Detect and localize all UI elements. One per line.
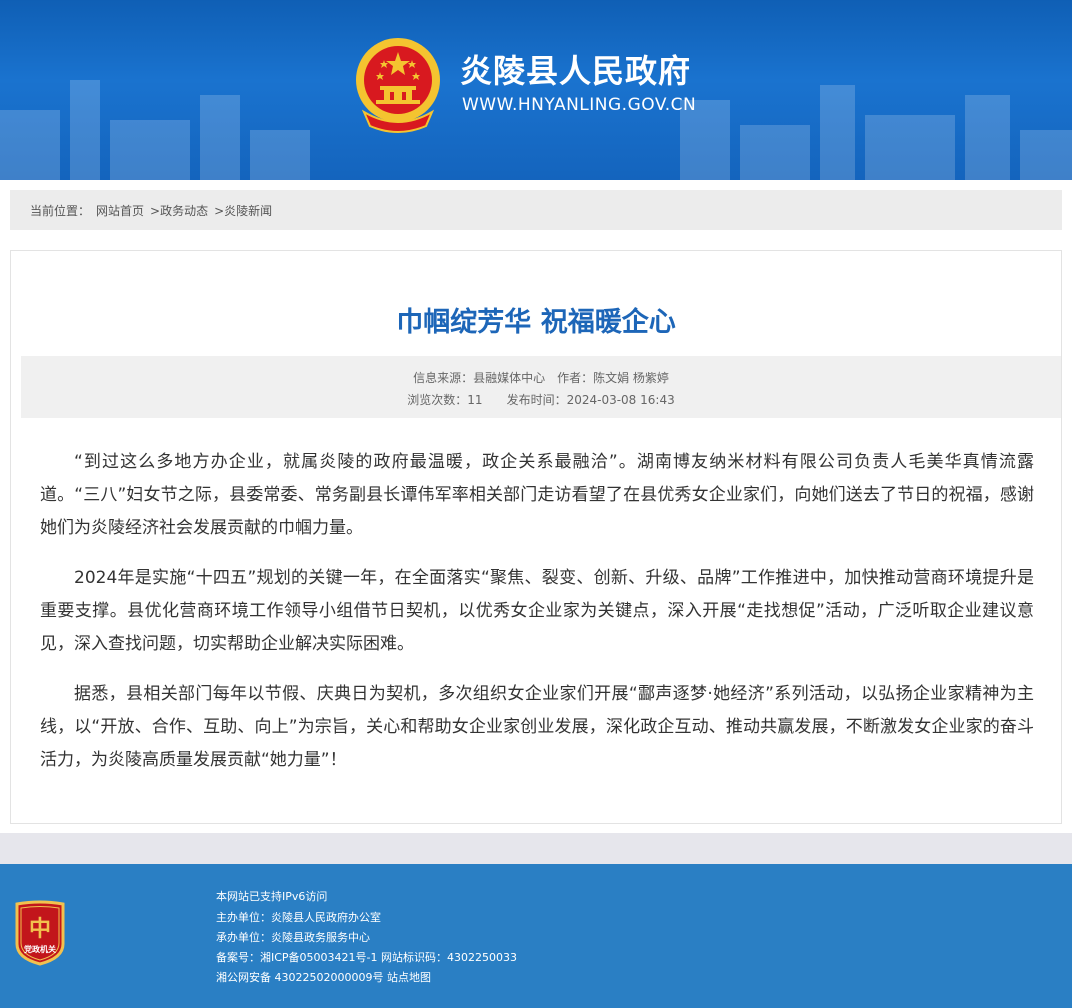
author-label: 作者： [557, 371, 594, 385]
badge-text: 党政机关 [24, 944, 56, 954]
site-title[interactable]: 炎陵县人民政府 [460, 46, 691, 92]
article-paragraph: 据悉，县相关部门每年以节假、庆典日为契机，多次组织女企业家们开展“酃声逐梦·她经… [40, 684, 1034, 770]
breadcrumb: 当前位置： 网站首页 >政务动态 >炎陵新闻 [10, 190, 1062, 230]
publish-date-label: 发布时间： [506, 393, 567, 407]
source-value: 县融媒体中心 [473, 371, 546, 385]
party-government-badge-icon[interactable]: 中 党政机关 [13, 900, 67, 966]
source-label: 信息来源： [413, 371, 474, 385]
footer-ipv6-note: 本网站已支持IPv6访问 [216, 890, 328, 903]
article-meta: 信息来源：县融媒体中心 作者：陈文娟 杨紫婷 浏览次数：11 发布时间：2024-0… [21, 356, 1061, 418]
article-paragraph: 2024年是实施“十四五”规划的关键一年，在全面落实“聚焦、裂变、创新、升级、品… [40, 568, 1034, 654]
svg-text:中: 中 [29, 917, 51, 942]
views-label: 浏览次数： [407, 393, 468, 407]
article-title: 巾帼绽芳华 祝福暖企心 [396, 307, 676, 338]
footer-sponsor: 主办单位：炎陵县人民政府办公室 [216, 911, 381, 924]
breadcrumb-yanling-news-link[interactable]: >炎陵新闻 [214, 202, 272, 219]
national-emblem-icon [356, 38, 440, 133]
views-count: 11 [467, 393, 483, 407]
article-body: “到过这么多地方办企业，就属炎陵的政府最温暖，政企关系最融洽”。湖南博友纳米材料… [40, 446, 1034, 794]
site-footer [0, 864, 1072, 1008]
site-header-banner: 炎陵县人民政府 WWW.HNYANLING.GOV.CN [0, 0, 1072, 180]
publish-date: 2024-03-08 16:43 [566, 393, 675, 407]
author-value: 陈文娟 杨紫婷 [593, 371, 669, 385]
article-paragraph: “到过这么多地方办企业，就属炎陵的政府最温暖，政企关系最融洽”。湖南博友纳米材料… [40, 452, 1034, 538]
breadcrumb-home-link[interactable]: 网站首页 [96, 202, 144, 219]
site-url[interactable]: WWW.HNYANLING.GOV.CN [462, 95, 696, 115]
footer-police-record-sitemap[interactable]: 湘公网安备 43022502000009号 站点地图 [216, 969, 431, 985]
footer-icp-record[interactable]: 备案号：湘ICP备05003421号-1 网站标识码：4302250033 [216, 949, 517, 965]
breadcrumb-government-news-link[interactable]: >政务动态 [150, 202, 208, 219]
footer-organizer: 承办单位：炎陵县政务服务中心 [216, 931, 370, 944]
breadcrumb-prefix: 当前位置： [30, 203, 91, 218]
